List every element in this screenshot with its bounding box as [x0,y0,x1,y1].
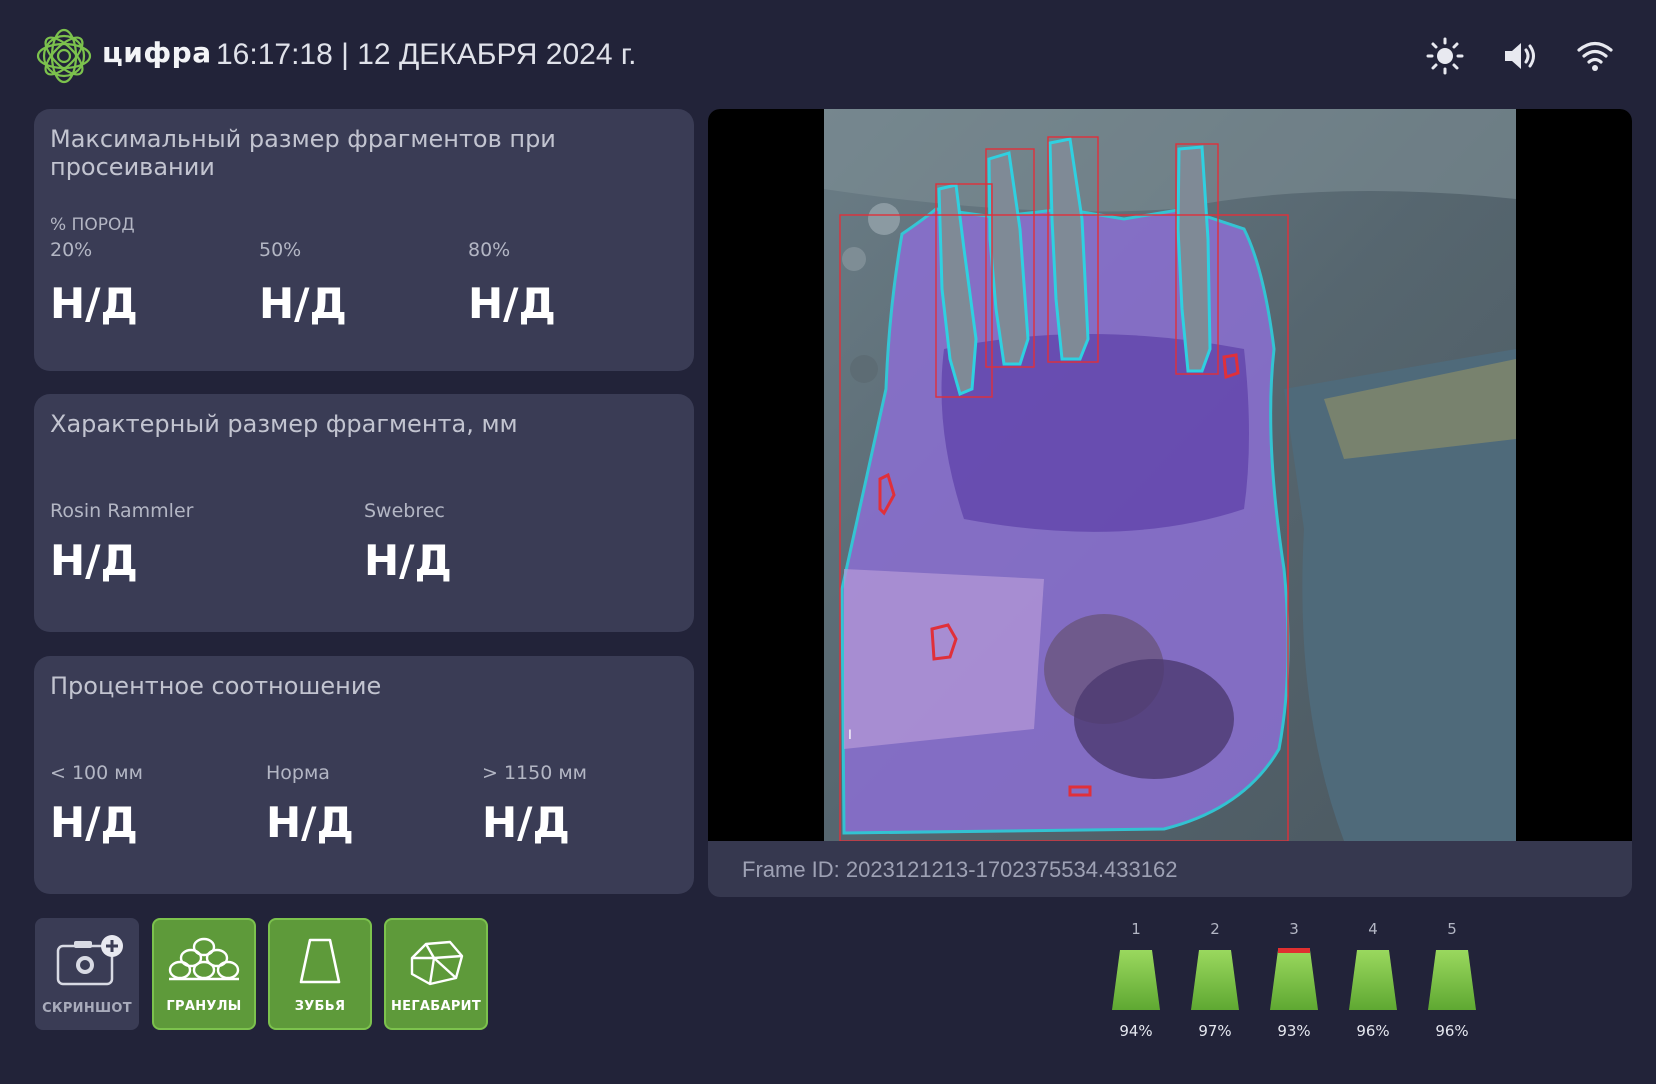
value-50: Н/Д [259,279,347,328]
screenshot-button[interactable]: СКРИНШОТ [35,918,139,1030]
norm-label: Норма [266,762,330,784]
tooth-percent: 93% [1277,1022,1311,1040]
tooth-number: 4 [1368,920,1378,938]
tooth-wear-icon [1428,950,1476,1010]
tooth-percent: 97% [1198,1022,1232,1040]
norm-value: Н/Д [266,798,354,847]
tooth-body [1428,950,1476,1010]
rock-percent-label: % ПОРОД [50,215,135,235]
tooth-wear-icon [1270,948,1318,1010]
frame-id-text: Frame ID: 2023121213-1702375534.433162 [742,857,1178,882]
tooth-number: 5 [1447,920,1457,938]
oversize-label: НЕГАБАРИТ [390,999,482,1014]
tooth-body [1112,950,1160,1010]
tooth-percent: 96% [1435,1022,1469,1040]
video-panel: I Frame ID: 2023121213-1702375534.433162 [708,109,1632,897]
swebrec-value: Н/Д [364,536,452,585]
characteristic-size-card: Характерный размер фрагмента, мм Rosin R… [34,394,694,632]
tooth-body [1270,950,1318,1010]
oversize-button[interactable]: НЕГАБАРИТ [384,918,488,1030]
card-title: Характерный размер фрагмента, мм [50,410,518,438]
rosin-rammler-label: Rosin Rammler [50,500,194,522]
camera-add-icon [56,935,123,986]
rosin-rammler-value: Н/Д [50,536,138,585]
tooth-alert-marker [1278,948,1310,953]
tooth-number: 1 [1131,920,1141,938]
tooth-number: 3 [1289,920,1299,938]
tooth-wear-icon [1191,950,1239,1010]
percent-ratio-card: Процентное соотношение < 100 мм Норма > … [34,656,694,894]
teeth-button[interactable]: ЗУБЬЯ [268,918,372,1030]
camera-feed: I [824,109,1516,841]
tooth-wear-icon [1112,950,1160,1010]
under-100-label: < 100 мм [50,762,143,784]
col-label-20: 20% [50,239,93,261]
boulder-icon [410,940,464,986]
tooth-body [1349,950,1397,1010]
granules-button[interactable]: ГРАНУЛЫ [152,918,256,1030]
over-1150-label: > 1150 мм [482,762,588,784]
card-title: Максимальный размер фрагментов при просе… [50,125,556,181]
tooth-number: 2 [1210,920,1220,938]
tooth-icon [299,938,341,984]
tooth-percent: 94% [1119,1022,1153,1040]
tooth-percent: 96% [1356,1022,1390,1040]
granules-icon [168,937,240,981]
granules-label: ГРАНУЛЫ [166,999,242,1014]
value-80: Н/Д [468,279,556,328]
col-label-50: 50% [259,239,302,261]
teeth-label: ЗУБЬЯ [294,999,346,1014]
svg-text:I: I [848,726,852,742]
screenshot-label: СКРИНШОТ [42,1001,132,1016]
cifra-logo-icon [36,28,92,84]
swebrec-label: Swebrec [364,500,445,522]
tooth-body [1191,950,1239,1010]
over-1150-value: Н/Д [482,798,570,847]
col-label-80: 80% [468,239,511,261]
card-title: Процентное соотношение [50,672,382,700]
wifi-icon[interactable] [1575,36,1615,76]
brand-name: цифра [102,36,212,69]
tooth-wear-icon [1349,950,1397,1010]
header: цифра 16:17:18 | 12 ДЕКАБРЯ 2024 г. [0,0,1656,100]
brightness-icon[interactable] [1425,36,1465,76]
value-20: Н/Д [50,279,138,328]
under-100-value: Н/Д [50,798,138,847]
datetime-display: 16:17:18 | 12 ДЕКАБРЯ 2024 г. [216,38,637,71]
max-fragment-size-card: Максимальный размер фрагментов при просе… [34,109,694,371]
volume-icon[interactable] [1500,36,1540,76]
